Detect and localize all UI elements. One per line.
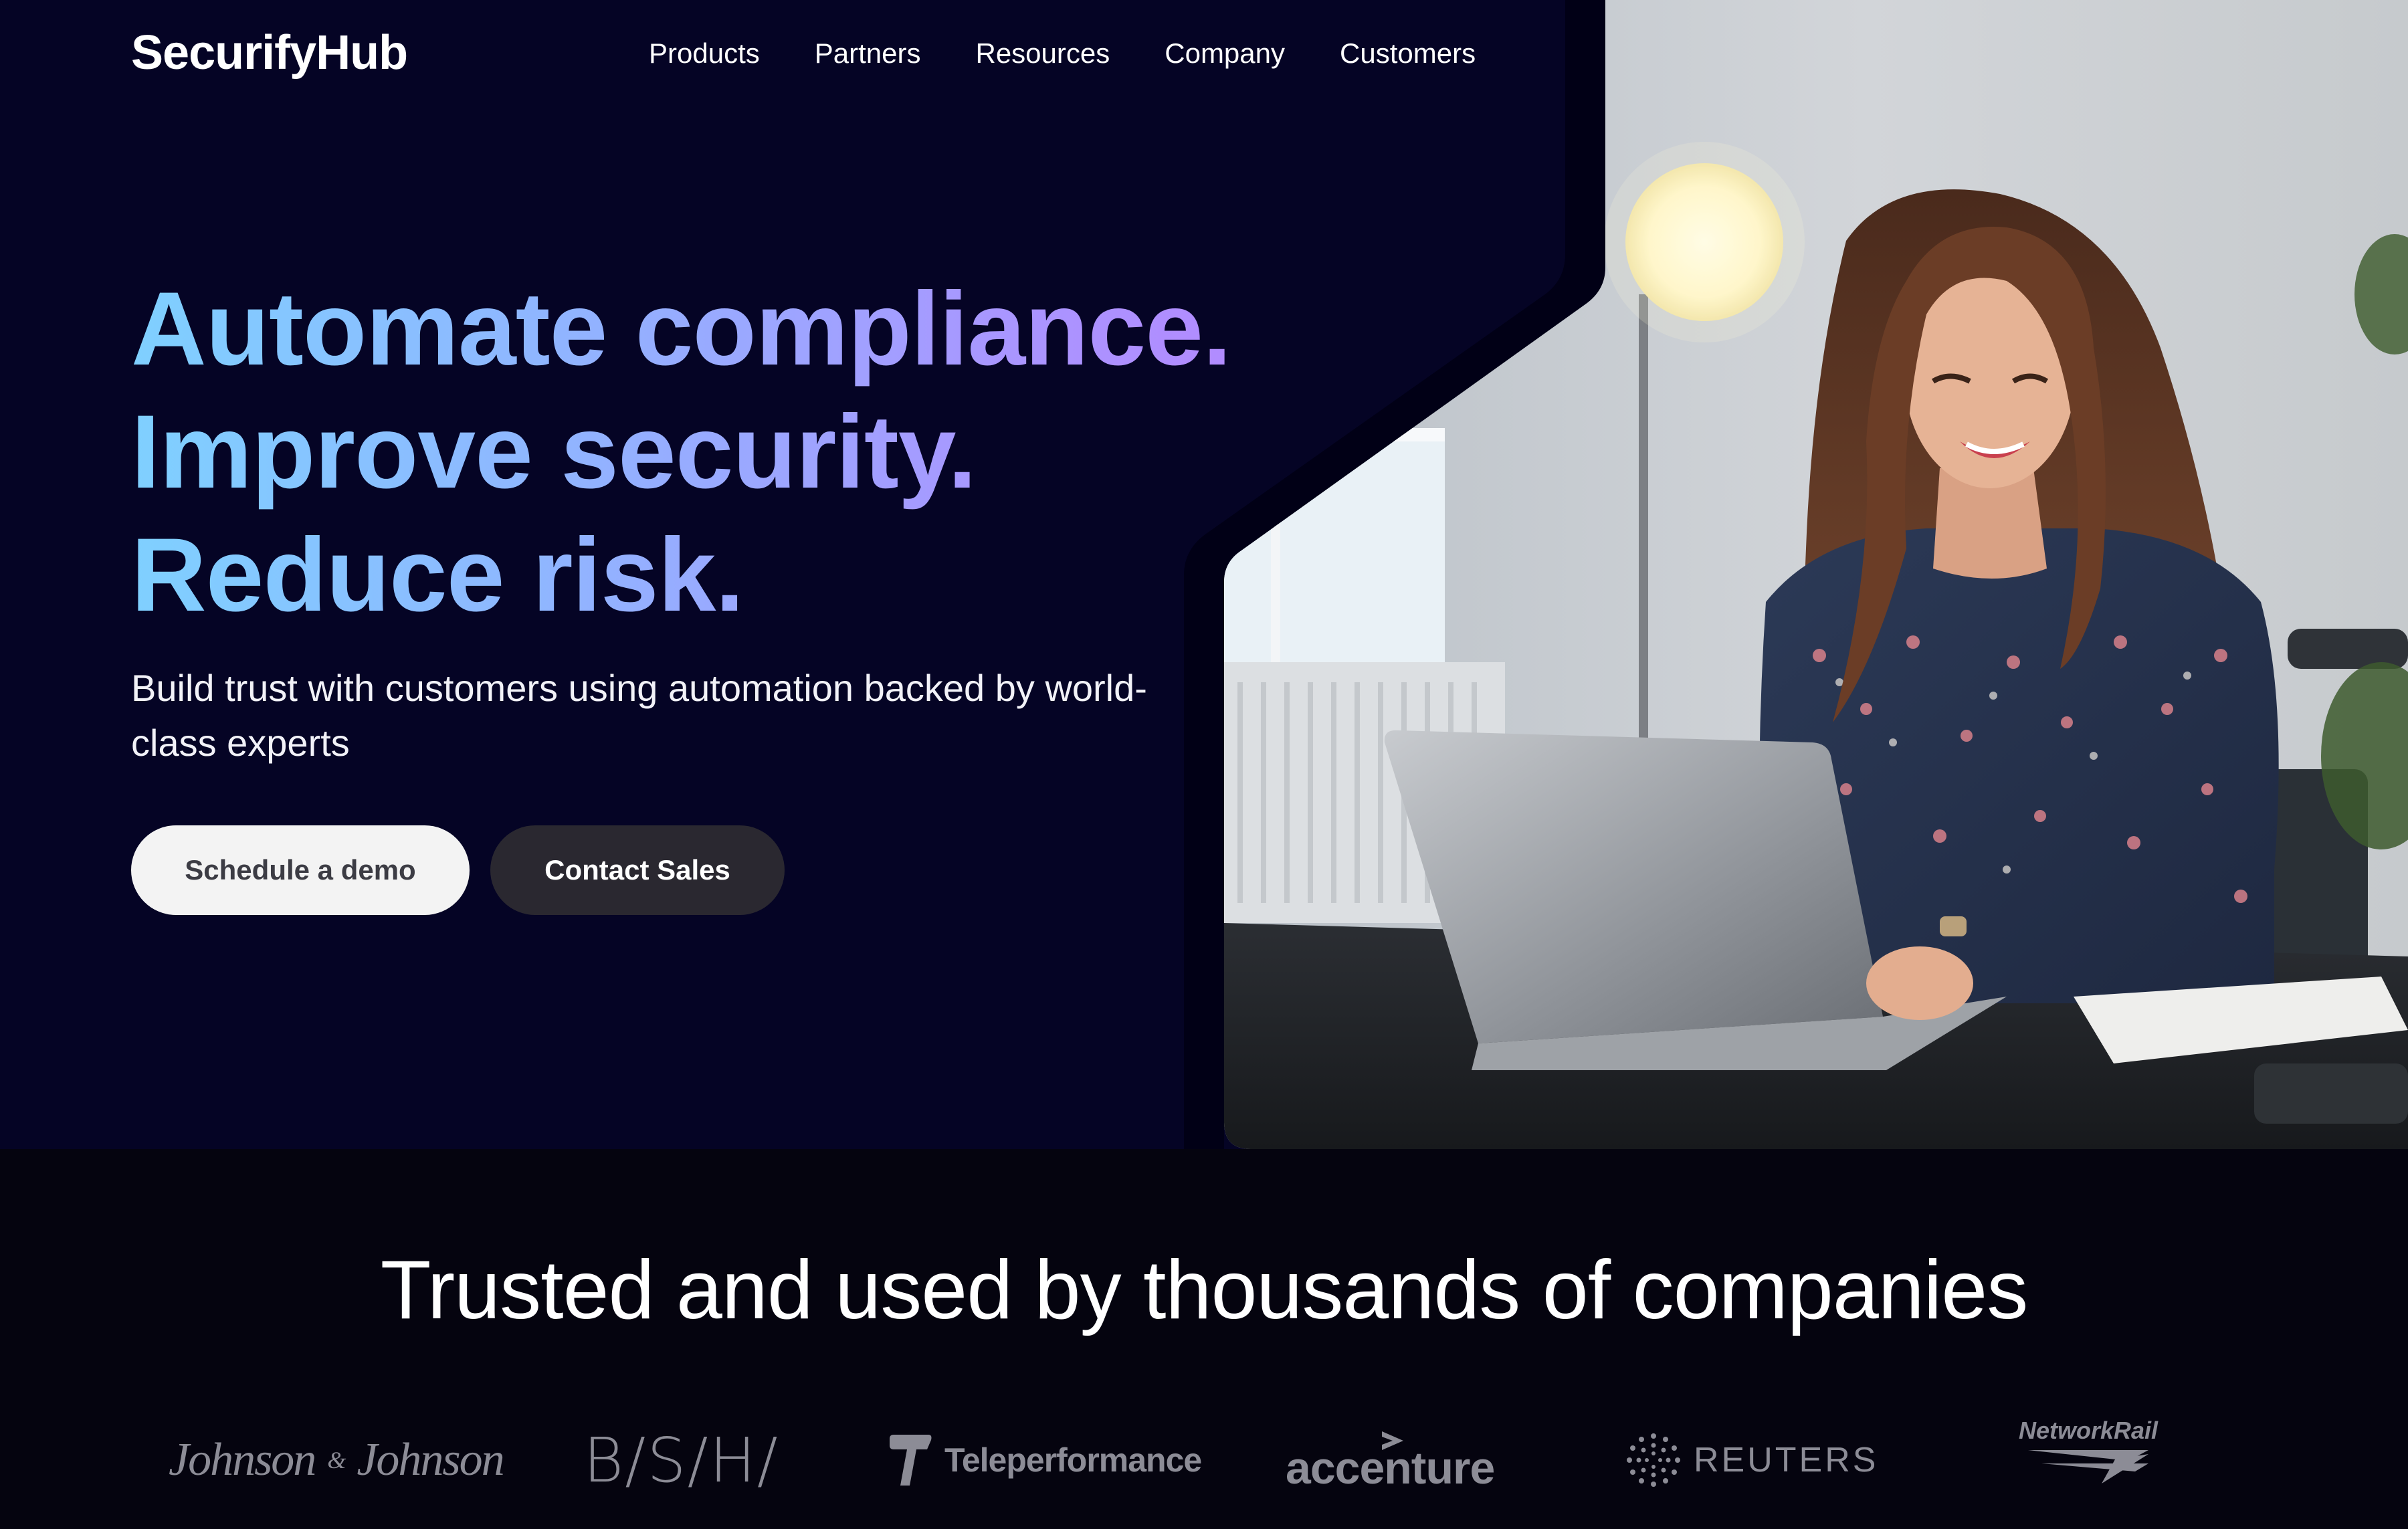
logo-johnson-and-johnson: Johnson & Johnson — [169, 1417, 505, 1504]
logo-teleperformance-text: Teleperformance — [944, 1441, 1202, 1479]
headline-line-2: Improve security. — [131, 391, 1295, 514]
trusted-title: Trusted and used by thousands of compani… — [380, 1244, 2029, 1336]
nav-item-resources[interactable]: Resources — [975, 37, 1110, 70]
logo-reuters-text: REUTERS — [1694, 1441, 1879, 1480]
logo-network-rail-text: NetworkRail — [2019, 1417, 2159, 1444]
logo-bsh: B/S/H/ — [583, 1424, 779, 1496]
nav-item-partners[interactable]: Partners — [815, 37, 921, 70]
customer-logos: Johnson & Johnson B/S/H/ Teleperformance a… — [0, 1417, 2408, 1504]
nav-item-products[interactable]: Products — [649, 37, 760, 70]
main-nav: Products Partners Resources Company Cust… — [649, 33, 1476, 74]
nav-item-customers[interactable]: Customers — [1340, 37, 1476, 70]
hero-subtitle: Build trust with customers using automat… — [131, 667, 1147, 764]
nav-item-company[interactable]: Company — [1165, 37, 1285, 70]
logo-network-rail: NetworkRail — [2019, 1417, 2158, 1504]
logo-jj-amp: & — [327, 1447, 346, 1473]
reuters-dots-icon — [1627, 1433, 1680, 1487]
logo-teleperformance: Teleperformance — [887, 1417, 1202, 1504]
hero-headline: Automate compliance. Improve security. R… — [131, 268, 1295, 637]
logo-jj-text-2: Johnson — [357, 1434, 504, 1486]
contact-sales-button[interactable]: Contact Sales — [490, 825, 785, 915]
accenture-chevron-icon — [1382, 1431, 1403, 1450]
teleperformance-mark-icon — [890, 1435, 932, 1486]
headline-line-1: Automate compliance. — [131, 268, 1295, 391]
trusted-section: Trusted and used by thousands of compani… — [0, 1149, 2408, 1529]
network-rail-arrows-icon — [2028, 1450, 2149, 1484]
logo-jj-text-1: Johnson — [169, 1434, 316, 1486]
logo-reuters: REUTERS — [1625, 1417, 1878, 1504]
logo-accenture: accenture — [1286, 1417, 1495, 1504]
headline-line-3: Reduce risk. — [131, 514, 1295, 637]
site-logo[interactable]: SecurifyHub — [131, 25, 408, 80]
schedule-demo-button[interactable]: Schedule a demo — [131, 825, 470, 915]
hero-section: SecurifyHub Products Partners Resources … — [0, 0, 2408, 1149]
